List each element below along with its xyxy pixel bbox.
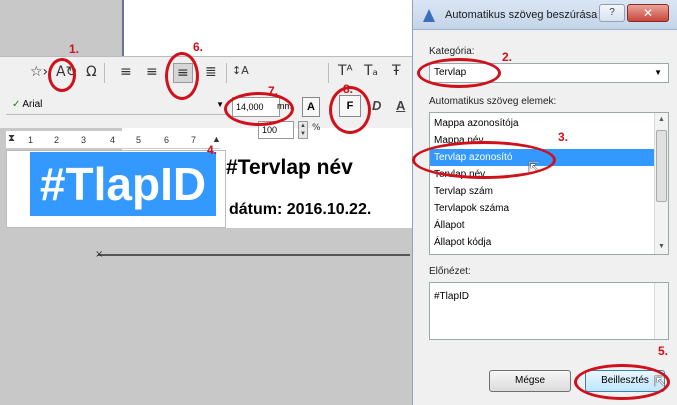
ruler-tick: 1 [28,135,34,145]
ruler-tick: 4 [110,135,116,145]
chevron-down-icon: ▼ [654,68,662,77]
annotation-number: 3. [558,130,569,144]
font-family-value: Arial [22,99,43,110]
preview-value: #TlapID [434,291,470,302]
sheet-name-text[interactable]: #Tervlap név [226,156,353,180]
align-center-icon[interactable]: ≡ [146,65,158,79]
font-family-select[interactable]: ✓ Arial ▼ [6,95,230,115]
annotation-circle [412,141,556,179]
annotation-number: 8. [343,82,354,96]
separator [104,63,105,83]
app-logo-icon [423,9,435,22]
line-spacing-spinner[interactable]: ▲ ▼ [298,121,308,139]
preview-box: #TlapID [429,282,669,340]
annotation-number: 7. [268,84,279,98]
percent-label: % [312,123,321,133]
category-label: Kategória: [429,46,475,57]
annotation-circle [224,92,294,126]
annotation-circle [48,58,76,92]
scroll-up-icon[interactable]: ▲ [658,116,665,123]
list-scrollbar[interactable]: ▲ ▼ [654,113,668,254]
ruler-tick: 3 [81,135,87,145]
scroll-down-icon[interactable]: ▼ [658,243,665,250]
superscript-icon[interactable]: Tᴬ [338,64,353,78]
star-icon[interactable]: ☆› [30,65,48,79]
page-border [122,0,124,56]
list-item[interactable]: Tervlap szám [434,183,654,200]
selected-autotext[interactable]: #TlapID [30,152,216,216]
ruler-tick: 7 [191,135,197,145]
close-button[interactable]: ✕ [627,4,669,22]
subscript-icon[interactable]: Tₐ [364,64,378,78]
list-item[interactable]: Állapot [434,217,654,234]
annotation-circle [574,364,670,400]
preview-label: Előnézet: [429,266,471,277]
scroll-thumb[interactable] [656,130,667,202]
ruler: ⧗ 1 2 3 4 5 6 7 ▲ [6,131,221,149]
justify-icon[interactable]: ≣ [205,65,217,79]
annotation-circle [417,58,501,88]
annotation-number: 1. [69,42,80,56]
italic-button[interactable]: D [372,98,381,113]
preview-scrollbar[interactable] [654,283,668,339]
annotation-number: 4. [207,143,218,157]
ruler-tick: 6 [164,135,170,145]
strikethrough-icon[interactable]: Ŧ [392,64,401,78]
indent-marker-icon[interactable]: ⧗ [8,133,15,144]
date-text[interactable]: dátum: 2016.10.22. [229,201,371,219]
check-icon: ✓ [12,99,21,110]
align-left-icon[interactable]: ≡ [120,65,132,79]
separator [226,63,227,83]
dialog-title: Automatikus szöveg beszúrása [445,9,598,21]
ruler-tick: 5 [136,135,142,145]
cancel-button[interactable]: Mégse [489,370,571,392]
page-bottom-edge [98,254,410,256]
ruler-tick: 2 [54,135,60,145]
text-color-button[interactable]: A [302,97,320,117]
dialog-titlebar[interactable]: Automatikus szöveg beszúrása ? ✕ [413,0,677,30]
list-item[interactable]: Mappa azonosítója [434,115,654,132]
annotation-number: 2. [502,50,513,64]
canvas-area [0,0,122,56]
annotation-number: 6. [193,40,204,54]
underline-button[interactable]: A [396,98,405,113]
autotext-list[interactable]: Mappa azonosítója Mappa név Tervlap azon… [429,112,669,255]
chevron-down-icon: ▼ [216,100,224,109]
elements-label: Automatikus szöveg elemek: [429,96,557,107]
help-button[interactable]: ? [599,4,625,22]
separator [328,63,329,83]
line-spacing-icon[interactable]: ↕A [232,65,249,76]
list-item[interactable]: Állapot kódja [434,234,654,251]
annotation-number: 5. [658,344,669,358]
annotation-circle [165,52,199,100]
list-item[interactable]: Tervlapok száma [434,200,654,217]
omega-icon[interactable]: Ω [86,65,97,79]
anchor-mark: × [95,249,104,260]
